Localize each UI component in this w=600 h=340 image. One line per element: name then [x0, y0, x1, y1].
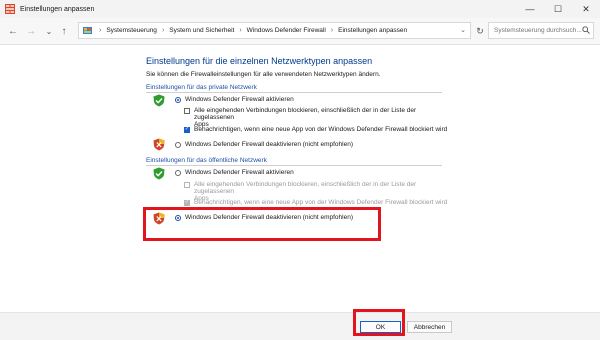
public-activate-radio[interactable] [175, 169, 181, 176]
refresh-icon[interactable]: ↻ [474, 24, 486, 38]
breadcrumb-item-system-sicherheit[interactable]: System und Sicherheit [169, 27, 234, 34]
up-arrow-icon[interactable]: ↑ [58, 24, 70, 38]
window-title: Einstellungen anpassen [20, 5, 95, 13]
private-notify-option[interactable]: ✓ Benachrichtigen, wenn eine neue App vo… [184, 126, 447, 133]
maximize-button[interactable]: ☐ [544, 0, 572, 18]
private-activate-radio[interactable] [175, 96, 181, 103]
shield-warning-icon [153, 138, 165, 151]
breadcrumb-separator: › [330, 27, 334, 34]
private-notify-checkbox[interactable]: ✓ [184, 126, 190, 133]
breadcrumb-separator: › [99, 27, 102, 34]
public-activate-label: Windows Defender Firewall aktivieren [185, 169, 294, 176]
private-network-label: Einstellungen für das private Netzwerk [146, 84, 257, 91]
address-bar: ← → ⌄ ↑ › Systemsteuerung › System und S… [0, 18, 600, 45]
public-notify-label: Benachrichtigen, wenn eine neue App von … [194, 199, 448, 206]
breadcrumb-item-defender-firewall[interactable]: Windows Defender Firewall [247, 27, 326, 34]
breadcrumb-separator: › [161, 27, 165, 34]
public-block-all-checkbox[interactable] [184, 181, 190, 188]
shield-green-check-icon [153, 94, 165, 107]
address-dropdown-chevron-icon[interactable]: ⌄ [460, 26, 466, 34]
private-block-all-label: Alle eingehenden Verbindungen blockieren… [193, 107, 417, 128]
title-bar: Einstellungen anpassen — ☐ ✕ [0, 0, 600, 18]
firewall-app-icon [5, 4, 15, 14]
public-activate-option[interactable]: Windows Defender Firewall aktivieren [175, 169, 294, 176]
private-deactivate-radio[interactable] [175, 141, 181, 148]
private-block-all-option[interactable]: Alle eingehenden Verbindungen blockieren… [184, 107, 454, 128]
close-button[interactable]: ✕ [572, 0, 600, 18]
private-network-divider [146, 92, 442, 93]
breadcrumb-item-einstellungen[interactable]: Einstellungen anpassen [338, 27, 407, 34]
public-network-divider [146, 165, 442, 166]
control-panel-icon [83, 27, 92, 34]
private-deactivate-option[interactable]: Windows Defender Firewall deaktivieren (… [175, 141, 353, 148]
private-deactivate-label: Windows Defender Firewall deaktivieren (… [185, 141, 353, 148]
forward-arrow-icon[interactable]: → [25, 24, 37, 38]
back-arrow-icon[interactable]: ← [7, 24, 19, 38]
breadcrumb-separator: › [239, 27, 242, 34]
breadcrumb[interactable]: › Systemsteuerung › System und Sicherhei… [78, 22, 471, 39]
shield-green-check-icon [153, 167, 165, 180]
public-network-label: Einstellungen für das öffentliche Netzwe… [146, 157, 267, 164]
private-notify-label: Benachrichtigen, wenn eine neue App von … [194, 126, 448, 133]
dialog-footer: OK Abbrechen [0, 312, 600, 340]
window-controls: — ☐ ✕ [516, 0, 600, 18]
breadcrumb-item-systemsteuerung[interactable]: Systemsteuerung [106, 27, 157, 34]
private-activate-option[interactable]: Windows Defender Firewall aktivieren [175, 96, 294, 103]
page-description: Sie können die Firewalleinstellungen für… [146, 71, 381, 78]
cancel-button[interactable]: Abbrechen [407, 321, 452, 333]
search-icon[interactable] [582, 26, 590, 34]
public-notify-option[interactable]: ✓ Benachrichtigen, wenn eine neue App vo… [184, 199, 447, 206]
public-notify-checkbox[interactable]: ✓ [184, 199, 190, 206]
minimize-button[interactable]: — [516, 0, 544, 18]
private-block-all-checkbox[interactable] [184, 107, 190, 114]
highlight-box-ok [353, 309, 405, 336]
private-activate-label: Windows Defender Firewall aktivieren [185, 96, 294, 103]
highlight-box-public-deactivate [143, 207, 381, 241]
search-input[interactable] [488, 22, 594, 39]
page-title: Einstellungen für die einzelnen Netzwerk… [146, 56, 373, 66]
recent-locations-chevron-icon[interactable]: ⌄ [43, 24, 55, 38]
